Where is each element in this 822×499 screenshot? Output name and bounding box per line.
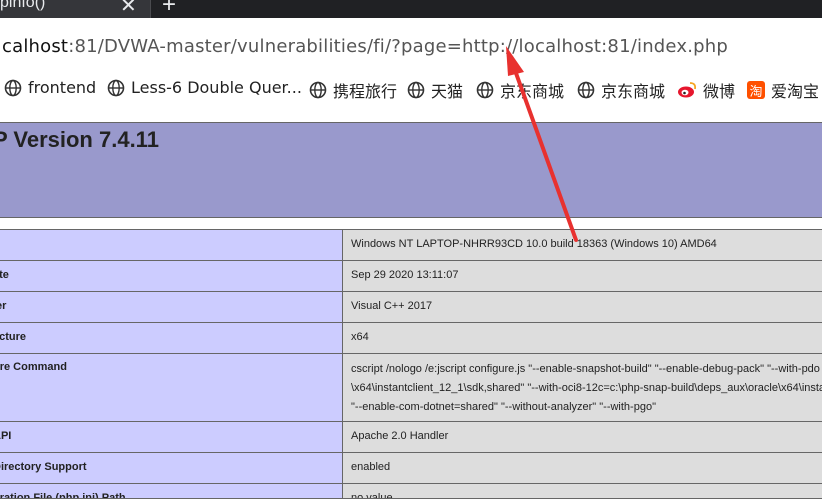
- bookmark-item[interactable]: 天猫: [407, 78, 463, 102]
- row-value-text: x64: [351, 331, 369, 343]
- table-row: n Windows NT LAPTOP-NHRR93CD 10.0 build 1…: [0, 230, 822, 261]
- phpinfo-page: P Version 7.4.11 n Windows NT LAPTOP-NHRR…: [0, 108, 822, 489]
- bookmark-item[interactable]: 微博: [677, 78, 735, 102]
- table-row: ure Command cscript /nologo /e:jscript co…: [0, 354, 822, 422]
- bookmark-item[interactable]: 淘爱淘宝: [747, 78, 819, 102]
- table-row: ler Visual C++ 2017: [0, 292, 822, 323]
- row-value: enabled: [343, 453, 822, 484]
- row-key: ler: [0, 292, 343, 323]
- row-key-text: ecture: [0, 331, 26, 343]
- bookmark-item[interactable]: 京东商城: [476, 78, 564, 102]
- table-row: ecture x64: [0, 323, 822, 354]
- row-key-text: uration File (php.ini) Path: [0, 492, 126, 498]
- bookmarks-bar: frontend Less-6 Double Quer... 携程旅行 天猫 京东商城 京…: [0, 70, 822, 109]
- weibo-icon: [677, 81, 697, 99]
- row-key: ecture: [0, 323, 343, 354]
- row-key-text: ler: [0, 300, 6, 312]
- row-value: cscript /nologo /e:jscript configure.js …: [343, 354, 822, 422]
- bookmark-label: 微博: [703, 78, 735, 102]
- row-value-text: Visual C++ 2017: [351, 300, 432, 312]
- row-key-text: ure Command: [0, 361, 67, 373]
- table-row: ate Sep 29 2020 13:11:07: [0, 261, 822, 292]
- row-value: Visual C++ 2017: [343, 292, 822, 323]
- row-value-text: no value: [351, 492, 393, 498]
- row-value: Sep 29 2020 13:11:07: [343, 261, 822, 292]
- row-value-line: \x64\instantclient_12_1\sdk,shared" "--w…: [351, 379, 822, 398]
- row-key-text: Directory Support: [0, 461, 87, 473]
- bookmark-label: 爱淘宝: [771, 78, 819, 102]
- globe-icon: [309, 81, 327, 99]
- bookmark-label: 天猫: [431, 78, 463, 102]
- row-value-line: "--enable-com-dotnet=shared" "--without-…: [351, 398, 822, 417]
- bookmark-label: 京东商城: [500, 78, 564, 102]
- url-path: :81/DVWA-master/vulnerabilities/fi/?page…: [68, 36, 728, 57]
- row-key: API: [0, 422, 343, 453]
- row-value: no value: [343, 484, 822, 499]
- tab-title: pinfo(): [0, 0, 45, 12]
- close-tab-icon[interactable]: ✕: [120, 0, 137, 18]
- browser-tab[interactable]: pinfo() ✕: [0, 0, 151, 18]
- table-row: Directory Support enabled: [0, 453, 822, 484]
- row-value: Apache 2.0 Handler: [343, 422, 822, 453]
- row-key-text: ate: [0, 269, 9, 281]
- phpinfo-table: n Windows NT LAPTOP-NHRR93CD 10.0 build 1…: [0, 229, 822, 499]
- globe-icon: [107, 79, 125, 97]
- row-value-text: Apache 2.0 Handler: [351, 430, 448, 442]
- bookmark-label: 携程旅行: [333, 78, 397, 102]
- table-row: uration File (php.ini) Path no value: [0, 484, 822, 499]
- row-value-text: Windows NT LAPTOP-NHRR93CD 10.0 build 18…: [351, 238, 717, 250]
- globe-icon: [476, 81, 494, 99]
- row-key: Directory Support: [0, 453, 343, 484]
- bookmark-item[interactable]: frontend: [4, 78, 96, 97]
- globe-icon: [577, 81, 595, 99]
- phpinfo-header: P Version 7.4.11: [0, 122, 822, 218]
- row-key: ure Command: [0, 354, 343, 422]
- row-key: ate: [0, 261, 343, 292]
- globe-icon: [4, 79, 22, 97]
- table-row: API Apache 2.0 Handler: [0, 422, 822, 453]
- bookmark-item[interactable]: Less-6 Double Quer...: [107, 78, 302, 97]
- row-key: n: [0, 230, 343, 261]
- row-key: uration File (php.ini) Path: [0, 484, 343, 499]
- globe-icon: [407, 81, 425, 99]
- new-tab-button[interactable]: +: [162, 0, 176, 19]
- bookmark-label: Less-6 Double Quer...: [131, 78, 302, 97]
- row-value-text: Sep 29 2020 13:11:07: [351, 269, 458, 281]
- tab-strip: pinfo() ✕ +: [0, 0, 822, 18]
- bookmark-label: 京东商城: [601, 78, 665, 102]
- url-text[interactable]: calhost:81/DVWA-master/vulnerabilities/f…: [2, 36, 728, 57]
- address-bar[interactable]: calhost:81/DVWA-master/vulnerabilities/f…: [0, 18, 822, 70]
- row-key-text: API: [0, 430, 11, 442]
- row-value-text: enabled: [351, 461, 390, 473]
- row-value: x64: [343, 323, 822, 354]
- taobao-icon: 淘: [747, 81, 765, 99]
- bookmark-item[interactable]: 京东商城: [577, 78, 665, 102]
- bookmark-item[interactable]: 携程旅行: [309, 78, 397, 102]
- row-value: Windows NT LAPTOP-NHRR93CD 10.0 build 18…: [343, 230, 822, 261]
- url-host: calhost: [2, 36, 68, 57]
- php-version-title: P Version 7.4.11: [0, 127, 159, 153]
- row-value-line: cscript /nologo /e:jscript configure.js …: [351, 360, 822, 379]
- bookmark-label: frontend: [28, 78, 96, 97]
